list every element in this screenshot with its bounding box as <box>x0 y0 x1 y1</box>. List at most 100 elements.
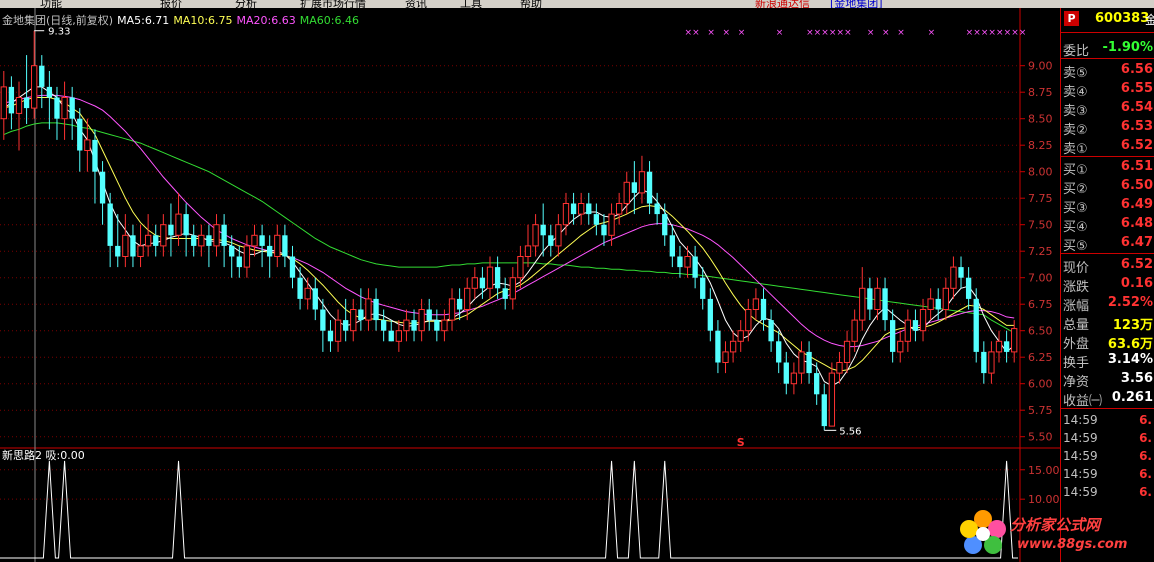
indicator-title: 新思路2 吸:0.00 <box>2 449 85 462</box>
ma60-label: MA60:6.46 <box>299 14 359 27</box>
candle-body <box>115 245 121 257</box>
candle-body <box>889 320 896 352</box>
candle-body <box>654 203 660 215</box>
menu-item-function[interactable]: 功能 <box>40 0 62 8</box>
stat-row-0-value: 6.52 <box>1120 257 1153 272</box>
candle-body <box>798 351 805 374</box>
sell-row-1-label: 卖① <box>1063 142 1088 157</box>
candle <box>1011 320 1018 363</box>
x-marker: × <box>996 28 1004 38</box>
chart-title: 金地集团(日线,前复权) MA5:6.71 MA10:6.75 MA20:6.63 MA… <box>2 12 363 28</box>
x-marker: × <box>692 28 700 38</box>
stat-row-3-label: 总量 <box>1063 318 1090 333</box>
candle <box>373 288 379 331</box>
menu-item-quote[interactable]: 报价 <box>160 0 182 8</box>
candle-body <box>46 86 53 98</box>
candle-body <box>471 277 478 289</box>
candle-body <box>859 287 866 321</box>
wei-bi-label: 委比 <box>1063 44 1090 59</box>
candle-body <box>403 319 410 332</box>
buy-row-2-label: 买② <box>1063 182 1088 197</box>
indicator-tick-label: 15.00 <box>1028 464 1060 477</box>
buy-row-5-label: 买⑤ <box>1063 239 1088 254</box>
candle-body <box>935 298 941 310</box>
candle-body <box>191 235 197 246</box>
buy-row-1: 买① 6.51 <box>1061 158 1154 178</box>
candle-body <box>836 362 843 374</box>
tick-price: 6. <box>1139 413 1152 427</box>
tick-time: 14:59 <box>1063 485 1098 499</box>
sell-row-1: 卖① 6.52 <box>1061 137 1154 157</box>
tick-price: 6. <box>1139 485 1152 499</box>
sell-row-2-label: 卖② <box>1063 123 1088 138</box>
candle <box>981 341 987 384</box>
x-marker: × <box>928 28 936 38</box>
x-marker: × <box>897 28 905 38</box>
watermark-url: www.88gs.com <box>1017 537 1128 552</box>
candle <box>882 277 888 331</box>
x-marker: × <box>821 28 829 38</box>
kline-chart[interactable]: 9.00 8.75 8.50 8.25 8.00 7.75 7.50 7.25 7.00 6.75… <box>0 8 1060 562</box>
menu-item-analysis[interactable]: 分析 <box>235 0 257 8</box>
menu-item-news[interactable]: 资讯 <box>405 0 427 8</box>
x-marker: × <box>882 28 890 38</box>
wei-bi-row: 委比 -1.90% <box>1061 39 1154 59</box>
candle <box>198 224 205 257</box>
x-marker: × <box>707 28 715 38</box>
candle <box>31 30 38 119</box>
candle <box>601 214 607 246</box>
candle <box>122 214 129 268</box>
x-marker: × <box>685 28 693 38</box>
candle-body <box>388 330 394 342</box>
candle-body <box>524 245 532 257</box>
candle <box>365 288 372 331</box>
candle <box>448 288 456 331</box>
tick-price: 6. <box>1139 431 1152 445</box>
tick-row: 14:59 6. <box>1061 484 1154 502</box>
watermark: 分析家公式网 www.88gs.com <box>955 505 1154 562</box>
candle <box>783 351 789 395</box>
candle <box>358 288 364 331</box>
candle-body <box>548 235 554 246</box>
candle-body <box>692 256 698 278</box>
candle-body <box>334 319 342 342</box>
p-badge[interactable]: P <box>1064 11 1079 26</box>
buy-row-5-value: 6.47 <box>1120 235 1153 250</box>
candle-body <box>562 203 570 226</box>
notice-stock[interactable]: [金地集团] <box>830 0 883 8</box>
candle-body <box>358 309 364 321</box>
candle-body <box>153 235 159 246</box>
candle <box>950 256 957 299</box>
candle <box>806 341 812 384</box>
candle-body <box>555 224 562 247</box>
candle <box>548 224 554 257</box>
candle-body <box>700 277 706 299</box>
candle-body <box>608 213 615 236</box>
candle <box>965 267 972 310</box>
stat-row-7-label: 收益㈠ <box>1063 394 1103 409</box>
menu-item-help[interactable]: 帮助 <box>520 0 542 8</box>
stat-row-0-label: 现价 <box>1063 261 1090 276</box>
candle <box>745 298 752 342</box>
price-tick-label: 5.75 <box>1028 404 1053 417</box>
ma5-label: MA5:6.71 <box>117 14 170 27</box>
notice-text[interactable]: 新浪通达信 <box>755 0 810 8</box>
candle-body <box>259 235 265 246</box>
menu-item-extended[interactable]: 扩展市场行情 <box>300 0 366 8</box>
stat-row-4-value: 63.6万 <box>1107 337 1153 352</box>
candle-body <box>0 86 7 120</box>
candle-body <box>320 309 326 331</box>
candle-body <box>183 214 189 236</box>
sell-row-2-value: 6.53 <box>1120 119 1153 134</box>
candle <box>304 277 311 310</box>
tick-time: 14:59 <box>1063 467 1098 481</box>
stat-row-5-label: 换手 <box>1063 356 1090 371</box>
candle <box>334 309 342 352</box>
candle <box>927 288 934 321</box>
candle <box>183 203 189 257</box>
menu-item-tools[interactable]: 工具 <box>460 0 482 8</box>
candle <box>130 224 136 268</box>
candle <box>729 330 737 363</box>
candle-body <box>107 203 113 246</box>
price-tick-label: 7.75 <box>1028 192 1053 205</box>
